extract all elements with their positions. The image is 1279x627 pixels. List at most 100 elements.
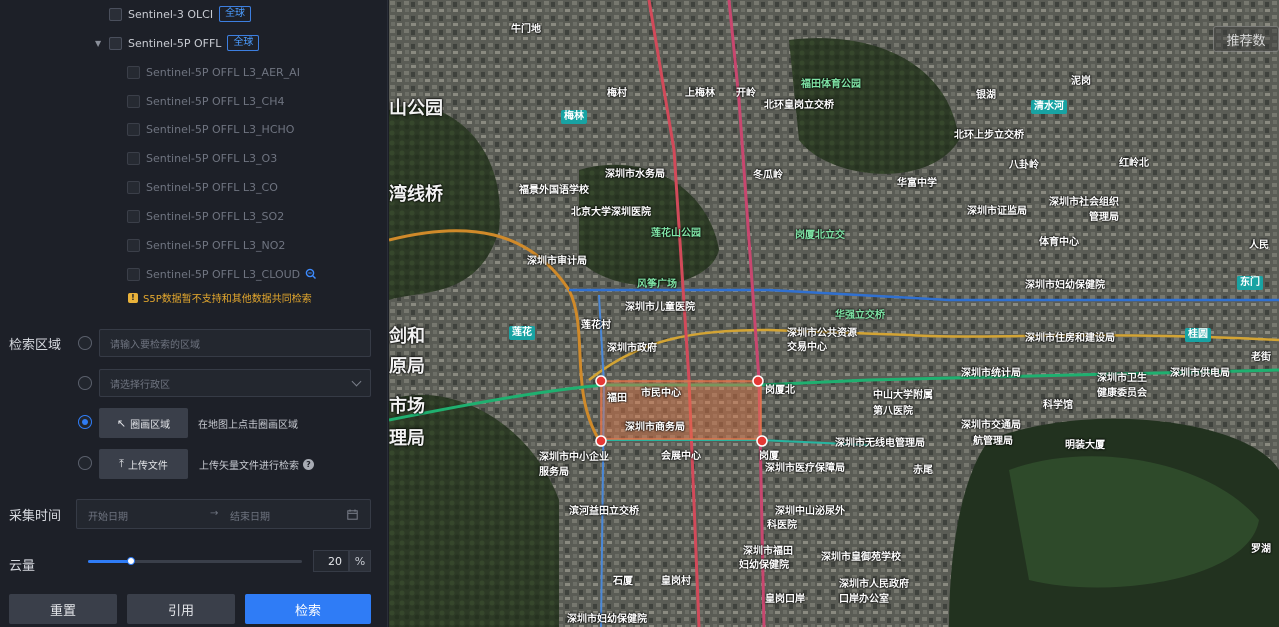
- radio-draw-region[interactable]: [78, 415, 92, 429]
- map-label: 口岸办公室: [839, 594, 889, 605]
- checkbox[interactable]: [109, 7, 122, 21]
- admin-region-select[interactable]: 请选择行政区: [99, 369, 371, 397]
- slider-thumb[interactable]: [126, 557, 135, 565]
- radio-admin-region[interactable]: [78, 376, 92, 390]
- draw-region-button[interactable]: ↖ 圈画区域: [99, 408, 188, 438]
- tree-item-sentinel5p-offl[interactable]: ▼ Sentinel-5P OFFL 全球: [95, 32, 260, 54]
- map-label: 科学馆: [1043, 400, 1073, 411]
- map-label: 会展中心: [661, 451, 701, 462]
- map-label: 管理局: [1089, 212, 1119, 223]
- reset-button[interactable]: 重置: [9, 594, 117, 624]
- map-label: 航管理局: [973, 436, 1013, 447]
- notice-text: S5P数据暂不支持和其他数据共同检索: [143, 294, 312, 305]
- map-label: 八卦岭: [1009, 160, 1039, 171]
- checkbox[interactable]: [127, 267, 140, 281]
- map-label: 冬瓜岭: [753, 170, 783, 181]
- map-label: 福景外国语学校: [519, 185, 589, 196]
- app-window: Sentinel-3 OLCI 全球 ▼ Sentinel-5P OFFL 全球…: [0, 0, 1279, 627]
- map-label: 明装大厦: [1065, 440, 1105, 451]
- map-label: 深圳市无线电管理局: [835, 438, 925, 449]
- tree-item-s5p-aer-ai[interactable]: Sentinel-5P OFFL L3_AER_AI: [127, 61, 300, 83]
- map-label: 北环上步立交桥: [954, 130, 1024, 141]
- cite-button[interactable]: 引用: [127, 594, 235, 624]
- map-label: 滨河益田立交桥: [569, 506, 639, 517]
- map-label: 深圳市中小企业: [539, 452, 609, 463]
- map-label-big: 市场: [389, 396, 425, 417]
- checkbox[interactable]: [127, 151, 140, 165]
- zoom-in-icon[interactable]: [305, 268, 317, 280]
- tree-item-s5p-so2[interactable]: Sentinel-5P OFFL L3_SO2: [127, 205, 284, 227]
- map-label: 科医院: [767, 520, 797, 531]
- radio-search-region[interactable]: [78, 336, 92, 350]
- caret-down-icon[interactable]: ▼: [95, 39, 105, 48]
- region-vertex[interactable]: [752, 375, 764, 387]
- map-label: 交易中心: [787, 342, 827, 353]
- checkbox[interactable]: [109, 36, 122, 50]
- satellite-map[interactable]: 湾线桥 山公园 剑和 原局 市场 理局 牛门地 梅村 上梅林 开岭 北环皇岗立交…: [389, 0, 1279, 627]
- checkbox[interactable]: [127, 180, 140, 194]
- slider-fill: [88, 560, 131, 563]
- region-vertex[interactable]: [595, 435, 607, 447]
- map-label: 深圳市水务局: [605, 169, 665, 180]
- tree-item-label: Sentinel-5P OFFL: [128, 36, 222, 50]
- map-label: 深圳市统计局: [961, 368, 1021, 379]
- map-label: 风筝广场: [637, 279, 677, 290]
- radio-upload-file[interactable]: [78, 456, 92, 470]
- tree-item-label: Sentinel-5P OFFL L3_O3: [146, 151, 278, 165]
- checkbox[interactable]: [127, 94, 140, 108]
- map-label: 牛门地: [511, 24, 541, 35]
- tree-item-s5p-cloud[interactable]: Sentinel-5P OFFL L3_CLOUD: [127, 263, 317, 285]
- map-label: 深圳中山泌尿外: [775, 506, 845, 517]
- map-label-big: 剑和: [389, 326, 425, 347]
- tree-item-label: Sentinel-3 OLCI: [128, 7, 214, 21]
- tree-item-sentinel3-olci[interactable]: Sentinel-3 OLCI 全球: [109, 3, 252, 25]
- checkbox[interactable]: [127, 209, 140, 223]
- station-badge: 东门: [1237, 276, 1263, 290]
- upload-file-button[interactable]: ⤒ 上传文件: [99, 449, 188, 479]
- region-vertex[interactable]: [756, 435, 768, 447]
- station-badge: 莲花: [509, 326, 535, 340]
- cloud-value-input[interactable]: 20: [313, 550, 349, 572]
- map-label: 深圳市福田: [743, 546, 793, 557]
- map-base-layer: [389, 0, 1279, 627]
- tree-item-s5p-co[interactable]: Sentinel-5P OFFL L3_CO: [127, 176, 278, 198]
- tree-item-s5p-no2[interactable]: Sentinel-5P OFFL L3_NO2: [127, 234, 285, 256]
- date-range-picker[interactable]: 开始日期 → 结束日期: [76, 499, 371, 529]
- map-label: 岗厦北: [765, 385, 795, 396]
- map-label: 福田体育公园: [801, 79, 861, 90]
- search-button[interactable]: 检索: [245, 594, 371, 624]
- checkbox[interactable]: [127, 122, 140, 136]
- calendar-icon: [347, 509, 358, 520]
- tree-item-s5p-o3[interactable]: Sentinel-5P OFFL L3_O3: [127, 147, 277, 169]
- checkbox[interactable]: [127, 238, 140, 252]
- map-label: 梅村: [607, 88, 627, 99]
- map-label: 皇岗口岸: [765, 594, 805, 605]
- cloud-label: 云量: [9, 559, 36, 574]
- map-label: 深圳市皇御苑学校: [821, 552, 901, 563]
- checkbox[interactable]: [127, 65, 140, 79]
- station-badge: 梅林: [561, 110, 587, 124]
- coverage-tag: 全球: [219, 6, 252, 22]
- map-label-big: 原局: [389, 356, 425, 377]
- recommend-button[interactable]: 推荐数: [1213, 26, 1279, 52]
- map-label: 皇岗村: [661, 576, 691, 587]
- tree-item-s5p-hcho[interactable]: Sentinel-5P OFFL L3_HCHO: [127, 118, 294, 140]
- tree-item-label: Sentinel-5P OFFL L3_HCHO: [146, 122, 295, 136]
- cloud-slider[interactable]: [88, 557, 302, 565]
- map-label: 深圳市人民政府: [839, 579, 909, 590]
- map-label: 人民: [1249, 240, 1269, 251]
- region-vertex[interactable]: [595, 375, 607, 387]
- tree-item-s5p-ch4[interactable]: Sentinel-5P OFFL L3_CH4: [127, 90, 285, 112]
- map-label-big: 湾线桥: [389, 184, 443, 205]
- search-panel: Sentinel-3 OLCI 全球 ▼ Sentinel-5P OFFL 全球…: [0, 0, 388, 627]
- help-icon[interactable]: ?: [303, 459, 314, 470]
- map-label: 深圳市住房和建设局: [1025, 333, 1115, 344]
- tree-item-label: Sentinel-5P OFFL L3_NO2: [146, 238, 286, 252]
- tree-item-label: Sentinel-5P OFFL L3_CO: [146, 180, 278, 194]
- map-label: 深圳市妇幼保健院: [567, 614, 647, 625]
- tree-item-label: Sentinel-5P OFFL L3_SO2: [146, 209, 285, 223]
- region-search-input[interactable]: 请输入要检索的区域: [99, 329, 371, 357]
- map-label: 深圳市妇幼保健院: [1025, 280, 1105, 291]
- map-label: 华富中学: [897, 178, 937, 189]
- map-label: 红岭北: [1119, 158, 1149, 169]
